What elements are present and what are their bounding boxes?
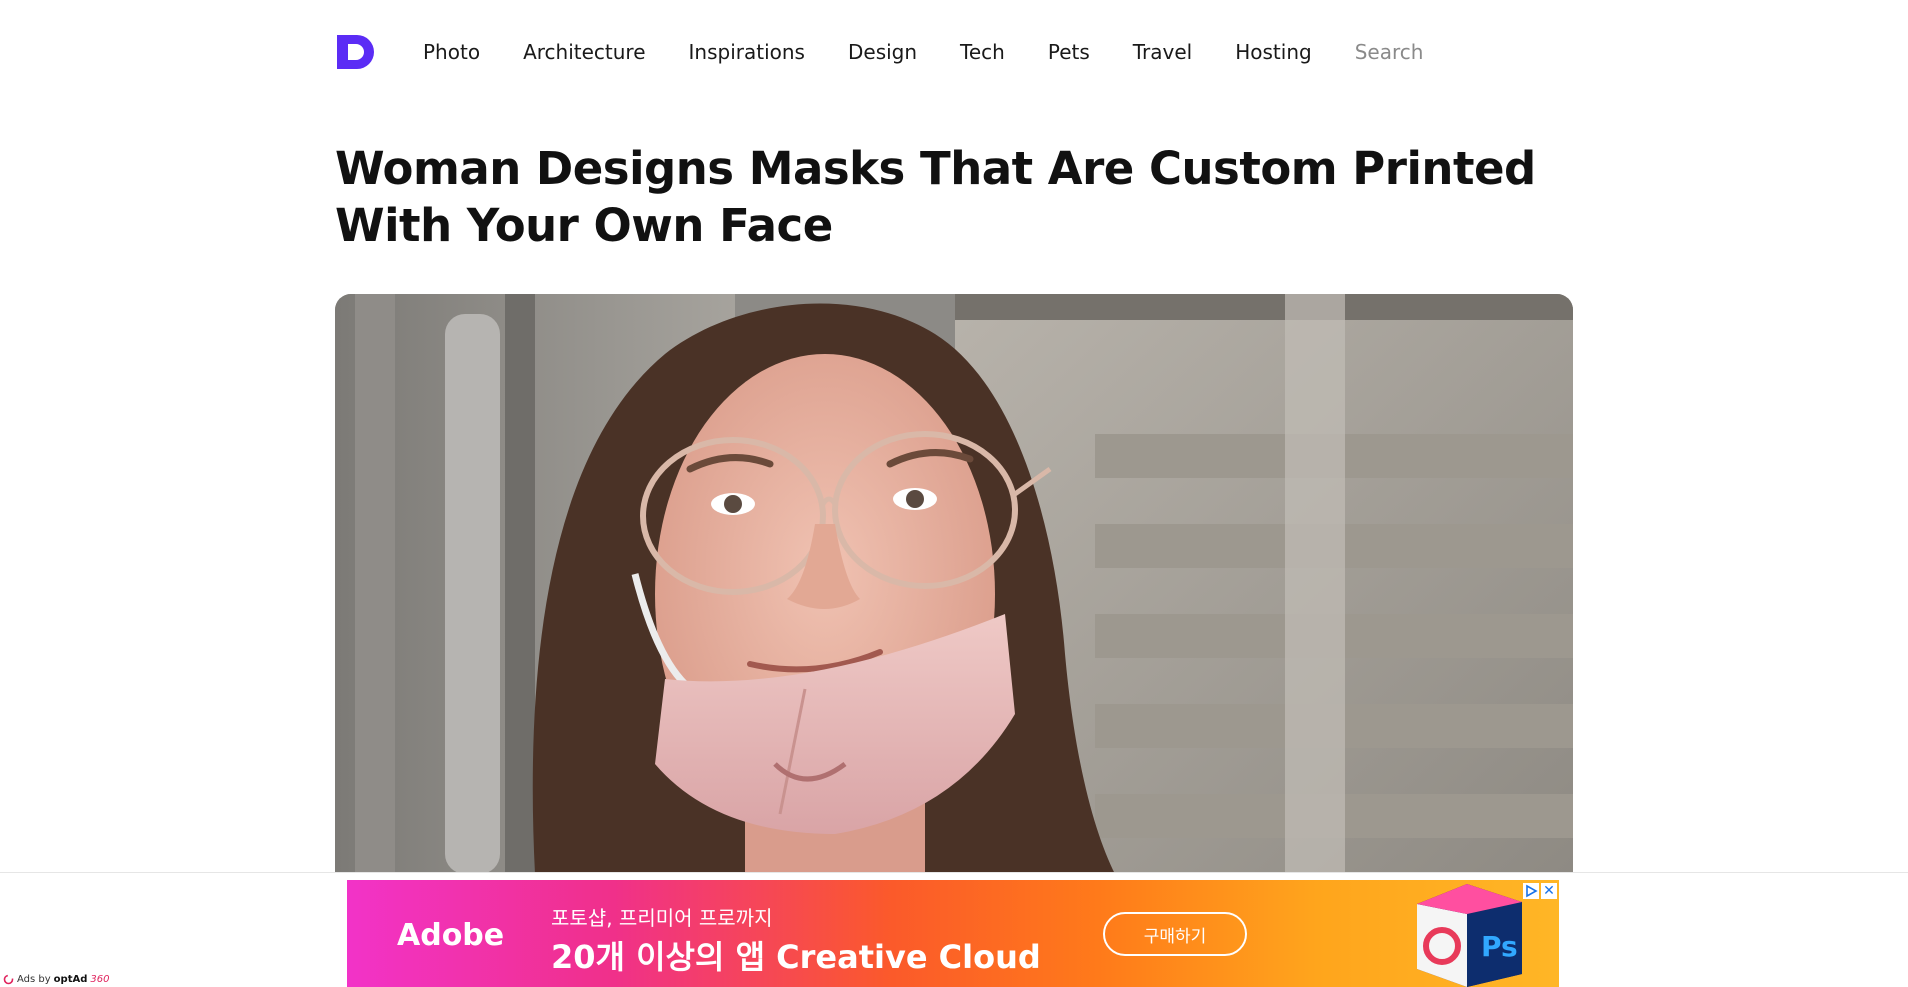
ad-banner[interactable]: Adobe 포토샵, 프리미어 프로까지 20개 이상의 앱 Creative … [347,880,1559,987]
optad-logo-icon [3,974,14,985]
sticky-ad-bar: Adobe 포토샵, 프리미어 프로까지 20개 이상의 앱 Creative … [0,872,1908,987]
nav-item-design[interactable]: Design [848,40,917,64]
ads-by-brand: optAd [53,974,88,985]
ad-headline: 포토샵, 프리미어 프로까지 [551,906,773,930]
nav-item-inspirations[interactable]: Inspirations [689,40,805,64]
hero-photo-illustration [335,294,1573,874]
nav-item-architecture[interactable]: Architecture [523,40,645,64]
ad-choices-icon[interactable] [1523,883,1539,899]
site-header: Photo Architecture Inspirations Design T… [335,22,1575,82]
ad-brand-label: Adobe [397,918,505,953]
ads-by-label: Ads by [17,974,51,985]
nav-item-travel[interactable]: Travel [1133,40,1192,64]
ads-by-brand-number: 360 [90,974,110,985]
main-nav: Photo Architecture Inspirations Design T… [423,40,1495,64]
svg-text:Ps: Ps [1481,930,1518,963]
ads-by-optad360[interactable]: Ads by optAd 360 [3,974,109,985]
nav-item-hosting[interactable]: Hosting [1235,40,1311,64]
nav-item-pets[interactable]: Pets [1048,40,1090,64]
article-hero-image [335,294,1573,874]
creative-cloud-cube-icon: Ps [1417,884,1522,987]
ad-buy-button[interactable]: 구매하기 [1103,912,1247,956]
article-title: Woman Designs Masks That Are Custom Prin… [335,142,1536,252]
ad-close-icon[interactable]: ✕ [1541,883,1557,899]
nav-item-photo[interactable]: Photo [423,40,480,64]
search-input[interactable] [1354,40,1495,64]
nav-item-tech[interactable]: Tech [960,40,1005,64]
site-logo-icon[interactable] [335,33,381,71]
ad-subheadline: 20개 이상의 앱 Creative Cloud [551,938,1041,976]
